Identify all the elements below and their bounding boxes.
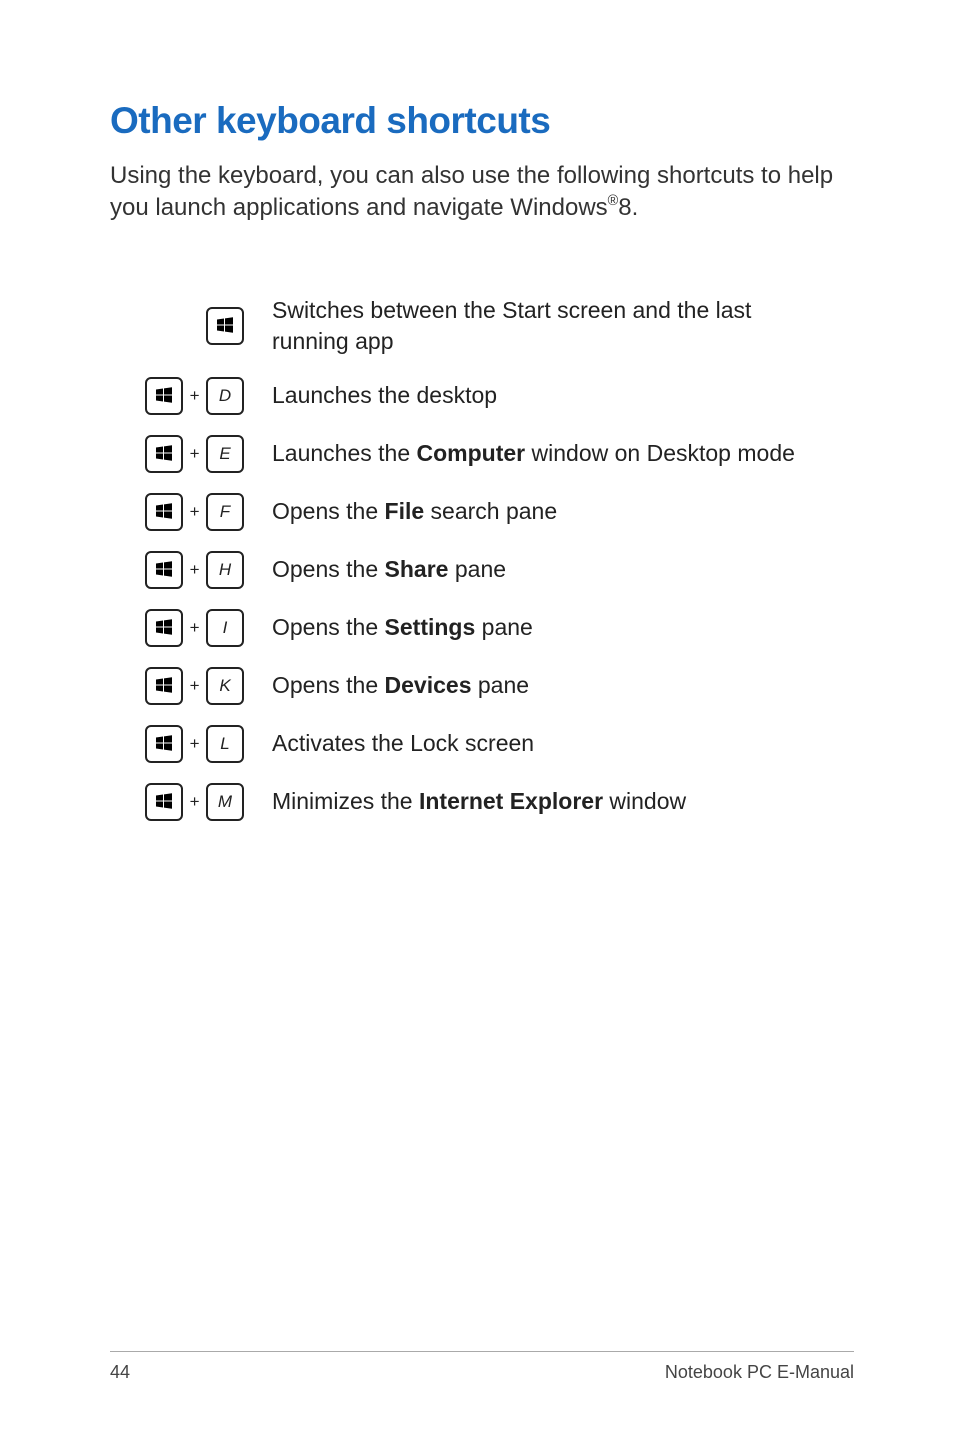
shortcut-keys: + D [122, 367, 272, 425]
letter-key: E [206, 435, 244, 473]
desc-text: Activates the Lock screen [272, 730, 534, 756]
desc-text-pre: Opens the [272, 556, 385, 582]
desc-text-bold: Internet Explorer [419, 788, 603, 814]
desc-text-bold: Settings [385, 614, 476, 640]
windows-key-icon [145, 435, 183, 473]
shortcut-description: Minimizes the Internet Explorer window [272, 773, 832, 831]
desc-text-bold: Share [385, 556, 449, 582]
shortcut-table: Switches between the Start screen and th… [122, 285, 832, 831]
page-footer: 44 Notebook PC E-Manual [0, 1351, 954, 1383]
shortcut-row: + E Launches the Computer window on Desk… [122, 425, 832, 483]
shortcut-row: + F Opens the File search pane [122, 483, 832, 541]
intro-text-pre: Using the keyboard, you can also use the… [110, 162, 833, 221]
letter-key: F [206, 493, 244, 531]
plus-separator: + [190, 792, 200, 812]
windows-key-icon [145, 725, 183, 763]
shortcut-keys: + H [122, 541, 272, 599]
letter-key: K [206, 667, 244, 705]
desc-text-pre: Minimizes the [272, 788, 419, 814]
desc-text-pre: Opens the [272, 614, 385, 640]
shortcut-row: + I Opens the Settings pane [122, 599, 832, 657]
shortcut-keys: + F [122, 483, 272, 541]
plus-separator: + [190, 386, 200, 406]
plus-separator: + [190, 560, 200, 580]
letter-key: L [206, 725, 244, 763]
footer-title: Notebook PC E-Manual [665, 1362, 854, 1383]
shortcut-keys: + M [122, 773, 272, 831]
desc-text-post: pane [475, 614, 533, 640]
desc-text-post: window [603, 788, 686, 814]
windows-key-icon [206, 307, 244, 345]
desc-text-pre: Opens the [272, 672, 385, 698]
intro-paragraph: Using the keyboard, you can also use the… [110, 160, 854, 225]
shortcut-description: Opens the File search pane [272, 483, 832, 541]
desc-text-pre: Launches the [272, 440, 417, 466]
windows-key-icon [145, 667, 183, 705]
footer-divider [110, 1351, 854, 1352]
desc-text-post: search pane [424, 498, 557, 524]
shortcut-row: + L Activates the Lock screen [122, 715, 832, 773]
shortcut-keys: + L [122, 715, 272, 773]
shortcut-keys: + K [122, 657, 272, 715]
plus-separator: + [190, 676, 200, 696]
windows-key-icon [145, 551, 183, 589]
letter-key: D [206, 377, 244, 415]
desc-text-bold: Devices [385, 672, 472, 698]
shortcut-row: + K Opens the Devices pane [122, 657, 832, 715]
desc-text-pre: Opens the [272, 498, 385, 524]
shortcut-description: Opens the Share pane [272, 541, 832, 599]
intro-text-post: 8. [618, 194, 638, 221]
shortcut-row: + M Minimizes the Internet Explorer wind… [122, 773, 832, 831]
letter-key: M [206, 783, 244, 821]
desc-text-bold: File [385, 498, 425, 524]
page-number: 44 [110, 1362, 130, 1383]
shortcut-description: Launches the Computer window on Desktop … [272, 425, 832, 483]
desc-text-bold: Computer [417, 440, 526, 466]
shortcut-row: + H Opens the Share pane [122, 541, 832, 599]
shortcut-keys [122, 285, 272, 367]
windows-key-icon [145, 609, 183, 647]
desc-text-post: window on Desktop mode [525, 440, 795, 466]
shortcut-description: Opens the Devices pane [272, 657, 832, 715]
registered-symbol: ® [608, 193, 619, 209]
shortcut-description: Switches between the Start screen and th… [272, 285, 832, 367]
windows-key-icon [145, 377, 183, 415]
letter-key: H [206, 551, 244, 589]
plus-separator: + [190, 502, 200, 522]
desc-text: Launches the desktop [272, 382, 497, 408]
windows-key-icon [145, 783, 183, 821]
shortcut-description: Launches the desktop [272, 367, 832, 425]
shortcut-row: + D Launches the desktop [122, 367, 832, 425]
desc-text: Switches between the Start screen and th… [272, 297, 751, 354]
desc-text-post: pane [472, 672, 530, 698]
plus-separator: + [190, 734, 200, 754]
page-heading: Other keyboard shortcuts [110, 100, 854, 142]
plus-separator: + [190, 444, 200, 464]
shortcut-description: Opens the Settings pane [272, 599, 832, 657]
shortcut-description: Activates the Lock screen [272, 715, 832, 773]
letter-key: I [206, 609, 244, 647]
shortcut-keys: + I [122, 599, 272, 657]
windows-key-icon [145, 493, 183, 531]
shortcut-row: Switches between the Start screen and th… [122, 285, 832, 367]
shortcut-keys: + E [122, 425, 272, 483]
plus-separator: + [190, 618, 200, 638]
desc-text-post: pane [448, 556, 506, 582]
